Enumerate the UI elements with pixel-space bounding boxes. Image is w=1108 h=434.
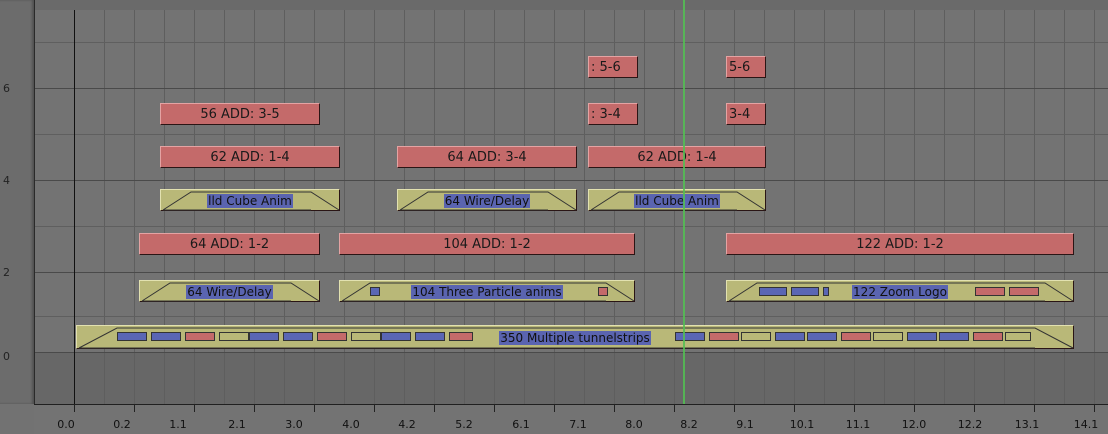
- x-tick: [74, 404, 75, 412]
- y-label-0: 0: [3, 350, 10, 363]
- strip-label: 104 ADD: 1-2: [443, 237, 531, 252]
- meta-strip-cube-anim-a[interactable]: lld Cube Anim: [160, 189, 340, 211]
- strip-label: 62 ADD: 1-4: [637, 150, 717, 165]
- x-label: 9.1: [736, 418, 754, 431]
- top-border: [34, 0, 1108, 10]
- strip-label: : 3-4: [591, 107, 621, 122]
- x-tick: [254, 404, 255, 412]
- x-tick: [914, 404, 915, 412]
- strip-add-3-5[interactable]: 56 ADD: 3-5: [160, 103, 320, 125]
- x-tick: [314, 404, 315, 412]
- x-tick: [374, 404, 375, 412]
- x-label: 11.1: [845, 418, 871, 431]
- strip-add-3-4-right[interactable]: 3-4: [726, 103, 766, 125]
- y-label-4: 4: [3, 174, 10, 187]
- x-label: 4.2: [398, 418, 416, 431]
- strip-label: 3-4: [729, 107, 751, 122]
- current-frame-indicator[interactable]: [683, 0, 685, 434]
- x-label: 1.1: [169, 418, 187, 431]
- grid-line: [1094, 10, 1095, 404]
- strip-label: 64 ADD: 1-2: [189, 237, 270, 252]
- x-label: 7.1: [569, 418, 587, 431]
- x-tick: [854, 404, 855, 412]
- x-tick: [1034, 404, 1035, 412]
- ruler-shadow: [0, 0, 34, 404]
- strip-label: 5-6: [729, 60, 751, 75]
- x-label: 5.2: [455, 418, 473, 431]
- strip-label: 350 Multiple tunnelstrips: [499, 331, 651, 345]
- strip-add-1-2-b[interactable]: 104 ADD: 1-2: [339, 233, 635, 255]
- strip-label: 64 Wire/Delay: [443, 194, 531, 208]
- channel-line: [34, 352, 1108, 353]
- strip-label: : 5-6: [591, 60, 621, 75]
- y-label-2: 2: [3, 266, 10, 279]
- meta-strip-wire-delay-b[interactable]: 64 Wire/Delay: [139, 280, 320, 302]
- channel-line: [34, 42, 1108, 43]
- meta-strip-multiple-tunnelstrips[interactable]: 350 Multiple tunnelstrips: [76, 325, 1074, 349]
- meta-strip-wire-delay-a[interactable]: 64 Wire/Delay: [397, 189, 577, 211]
- channel-line: [34, 88, 1108, 89]
- x-tick: [974, 404, 975, 412]
- strip-add-1-2-c[interactable]: 122 ADD: 1-2: [726, 233, 1074, 255]
- channel-line: [34, 272, 1108, 273]
- strip-add-3-4-mid[interactable]: 64 ADD: 3-4: [397, 146, 577, 168]
- channel-ruler[interactable]: 6 4 2 0: [0, 0, 35, 404]
- x-label: 3.0: [285, 418, 303, 431]
- strip-add-5-6-right[interactable]: 5-6: [726, 56, 766, 78]
- channel-line: [34, 316, 1108, 317]
- x-label: 8.0: [625, 418, 643, 431]
- x-label: 2.1: [228, 418, 246, 431]
- strip-label: 122 Zoom Logo: [852, 285, 948, 299]
- strip-label: 104 Three Particle anims: [411, 285, 563, 299]
- sequence-editor[interactable]: 6 4 2 0 : 5-6 5-6 56 ADD: 3-5 : 3-4 3-4 …: [0, 0, 1108, 434]
- x-label: 0.0: [57, 418, 75, 431]
- x-tick: [794, 404, 795, 412]
- x-label: 6.1: [512, 418, 530, 431]
- meta-strip-cube-anim-b[interactable]: lld Cube Anim: [588, 189, 766, 211]
- x-label: 4.0: [342, 418, 360, 431]
- x-tick: [434, 404, 435, 412]
- x-tick: [614, 404, 615, 412]
- x-label: 14.1: [1073, 418, 1099, 431]
- x-tick: [554, 404, 555, 412]
- strip-label: 64 ADD: 3-4: [447, 150, 527, 165]
- strip-label: 62 ADD: 1-4: [210, 150, 290, 165]
- empty-channel-band: [34, 352, 1108, 404]
- strip-label: lld Cube Anim: [207, 194, 293, 208]
- strip-add-5-6-left[interactable]: : 5-6: [588, 56, 638, 78]
- channel-line: [34, 134, 1108, 135]
- x-label: 10.1: [789, 418, 815, 431]
- x-tick: [734, 404, 735, 412]
- strip-add-1-4-a[interactable]: 62 ADD: 1-4: [160, 146, 340, 168]
- x-label: 12.2: [957, 418, 983, 431]
- x-tick: [194, 404, 195, 412]
- origin-line: [74, 10, 75, 404]
- strip-label: lld Cube Anim: [634, 194, 720, 208]
- x-label: 8.2: [680, 418, 698, 431]
- strip-add-1-4-b[interactable]: 62 ADD: 1-4: [588, 146, 766, 168]
- x-label: 13.1: [1014, 418, 1040, 431]
- strip-label: 56 ADD: 3-5: [200, 107, 280, 122]
- channel-line: [34, 180, 1108, 181]
- x-tick: [494, 404, 495, 412]
- x-label: 0.2: [113, 418, 131, 431]
- y-label-6: 6: [3, 82, 10, 95]
- meta-strip-three-particle[interactable]: 104 Three Particle anims: [339, 280, 635, 302]
- strip-label: 122 ADD: 1-2: [856, 237, 944, 252]
- x-tick: [134, 404, 135, 412]
- strip-label: 64 Wire/Delay: [186, 285, 273, 299]
- strip-add-1-2-a[interactable]: 64 ADD: 1-2: [139, 233, 320, 255]
- x-label: 12.0: [901, 418, 927, 431]
- meta-strip-zoom-logo[interactable]: 122 Zoom Logo: [726, 280, 1074, 302]
- strip-add-3-4-left[interactable]: : 3-4: [588, 103, 638, 125]
- channel-line: [34, 226, 1108, 227]
- x-tick: [1094, 404, 1095, 412]
- x-tick: [674, 404, 675, 412]
